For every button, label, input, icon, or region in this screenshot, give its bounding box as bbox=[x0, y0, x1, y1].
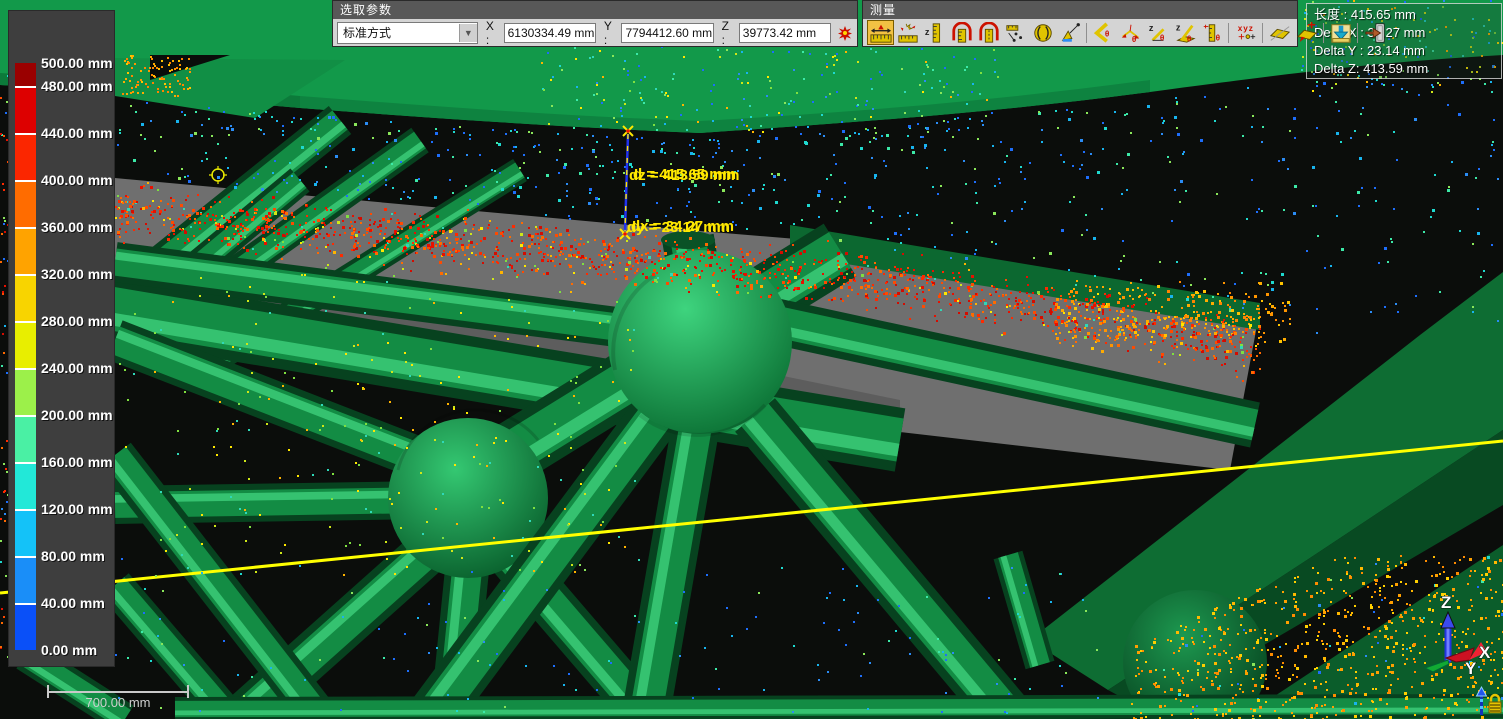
legend-label: 320.00 mm bbox=[41, 266, 113, 282]
legend-segment bbox=[15, 509, 36, 556]
measure-point-distance-icon[interactable] bbox=[894, 20, 921, 45]
deviation-color-legend: 500.00 mm 480.00 mm 440.00 mm 400.00 mm 360.… bbox=[8, 10, 115, 667]
measurement-toolbar-title: 测量 bbox=[863, 1, 1297, 19]
toolbar-separator bbox=[1086, 23, 1087, 43]
svg-text:θ: θ bbox=[1159, 33, 1164, 42]
measure-cone-point-icon[interactable] bbox=[1056, 20, 1083, 45]
legend-label: 500.00 mm bbox=[41, 55, 113, 71]
chevron-down-icon[interactable]: ▼ bbox=[459, 24, 477, 42]
measurement-annotation-dz: dz = 413.59 mm bbox=[629, 167, 739, 184]
toolbar-separator bbox=[1262, 23, 1263, 43]
toolbar-separator bbox=[1323, 23, 1324, 43]
y-coordinate-field[interactable]: 7794412.60 mm bbox=[621, 23, 713, 43]
svg-text:θ: θ bbox=[1215, 33, 1220, 42]
selection-toolbar-title: 选取参数 bbox=[333, 1, 857, 19]
scene-geometry bbox=[0, 0, 1503, 719]
svg-text:z: z bbox=[924, 26, 929, 36]
legend-segment bbox=[15, 274, 36, 321]
y-coordinate-label: Y : bbox=[604, 19, 618, 47]
z-coordinate-label: Z : bbox=[722, 19, 735, 47]
legend-label: 40.00 mm bbox=[41, 595, 105, 611]
legend-segment bbox=[15, 133, 36, 180]
legend-label: 480.00 mm bbox=[41, 78, 113, 94]
axis-y-label: Y bbox=[1465, 659, 1477, 678]
measure-arc-diameter-icon[interactable] bbox=[975, 20, 1002, 45]
svg-text:θ: θ bbox=[1186, 34, 1191, 43]
measure-point-plane-icon[interactable] bbox=[1002, 20, 1029, 45]
legend-label: 400.00 mm bbox=[41, 172, 113, 188]
legend-segment bbox=[15, 86, 36, 133]
legend-colorbar bbox=[15, 63, 36, 650]
legend-segment bbox=[15, 63, 36, 86]
legend-segment bbox=[15, 321, 36, 368]
legend-segment bbox=[15, 368, 36, 415]
measure-plane-angle-icon[interactable]: zθ bbox=[1171, 20, 1198, 45]
measure-arc-radius-icon[interactable] bbox=[948, 20, 975, 45]
svg-text:xyz: xyz bbox=[1237, 24, 1253, 33]
exit-measurement-icon[interactable] bbox=[1361, 20, 1388, 45]
measure-z-height-icon[interactable]: z bbox=[921, 20, 948, 45]
lock-icon[interactable] bbox=[1489, 695, 1501, 713]
legend-label: 240.00 mm bbox=[41, 360, 113, 376]
legend-segment bbox=[15, 415, 36, 462]
application-window: 500.00 mm 480.00 mm 440.00 mm 400.00 mm 360.… bbox=[0, 0, 1503, 719]
measure-distance-icon[interactable] bbox=[867, 20, 894, 45]
fit-plane-icon[interactable] bbox=[1266, 20, 1293, 45]
axis-z-label: Z bbox=[1441, 593, 1451, 612]
legend-label: 0.00 mm bbox=[41, 642, 97, 658]
measure-height-angle-icon[interactable]: θ bbox=[1198, 20, 1225, 45]
delta-y-label: Delta Y bbox=[1314, 43, 1356, 58]
legend-segment bbox=[15, 556, 36, 603]
legend-label: 80.00 mm bbox=[41, 548, 105, 564]
legend-label: 200.00 mm bbox=[41, 407, 113, 423]
svg-text:θ: θ bbox=[1131, 35, 1136, 44]
view-axis-pin-icon[interactable] bbox=[1477, 687, 1487, 715]
selection-mode-dropdown[interactable]: 标准方式 ▼ bbox=[337, 22, 478, 44]
toolbar-separator bbox=[1357, 23, 1358, 43]
fit-plane-add-icon[interactable] bbox=[1293, 20, 1320, 45]
x-coordinate-label: X : bbox=[486, 19, 500, 47]
scale-bar-label: 700.00 mm bbox=[47, 695, 189, 710]
svg-text:θ: θ bbox=[1104, 29, 1109, 38]
legend-label: 440.00 mm bbox=[41, 125, 113, 141]
legend-segment bbox=[15, 180, 36, 227]
legend-label: 280.00 mm bbox=[41, 313, 113, 329]
viewport-3d[interactable] bbox=[0, 0, 1503, 719]
legend-segment bbox=[15, 603, 36, 650]
delta-z-label: Delta Z bbox=[1314, 61, 1356, 76]
toolbar-separator bbox=[1228, 23, 1229, 43]
pick-point-icon[interactable] bbox=[837, 24, 853, 42]
legend-segment bbox=[15, 462, 36, 509]
legend-label: 120.00 mm bbox=[41, 501, 113, 517]
measurement-toolbar: 测量 zθθzθzθθxyz bbox=[862, 0, 1298, 47]
export-measurements-icon[interactable] bbox=[1327, 20, 1354, 45]
measure-sphere-icon[interactable] bbox=[1029, 20, 1056, 45]
svg-text:z: z bbox=[1148, 23, 1153, 33]
axis-x-label: X bbox=[1479, 643, 1491, 662]
svg-text:z: z bbox=[1175, 22, 1180, 32]
z-coordinate-field[interactable]: 39773.42 mm bbox=[739, 23, 831, 43]
delta-z-value: 413.59 mm bbox=[1363, 61, 1428, 76]
show-xyz-coordinates-icon[interactable]: xyz bbox=[1232, 20, 1259, 45]
measure-angle-icon[interactable]: θ bbox=[1090, 20, 1117, 45]
legend-label: 160.00 mm bbox=[41, 454, 113, 470]
delta-y-value: 23.14 mm bbox=[1367, 43, 1425, 58]
selection-parameters-toolbar: 选取参数 标准方式 ▼ X : 6130334.49 mm Y : 779441… bbox=[332, 0, 858, 47]
selection-mode-value: 标准方式 bbox=[338, 24, 459, 41]
x-coordinate-field[interactable]: 6130334.49 mm bbox=[504, 23, 596, 43]
legend-segment bbox=[15, 227, 36, 274]
legend-label: 360.00 mm bbox=[41, 219, 113, 235]
measurement-annotation-dy: dy = 23.14 mm bbox=[627, 219, 730, 236]
measure-vector-angle-icon[interactable]: θ bbox=[1117, 20, 1144, 45]
measure-z-angle-icon[interactable]: zθ bbox=[1144, 20, 1171, 45]
